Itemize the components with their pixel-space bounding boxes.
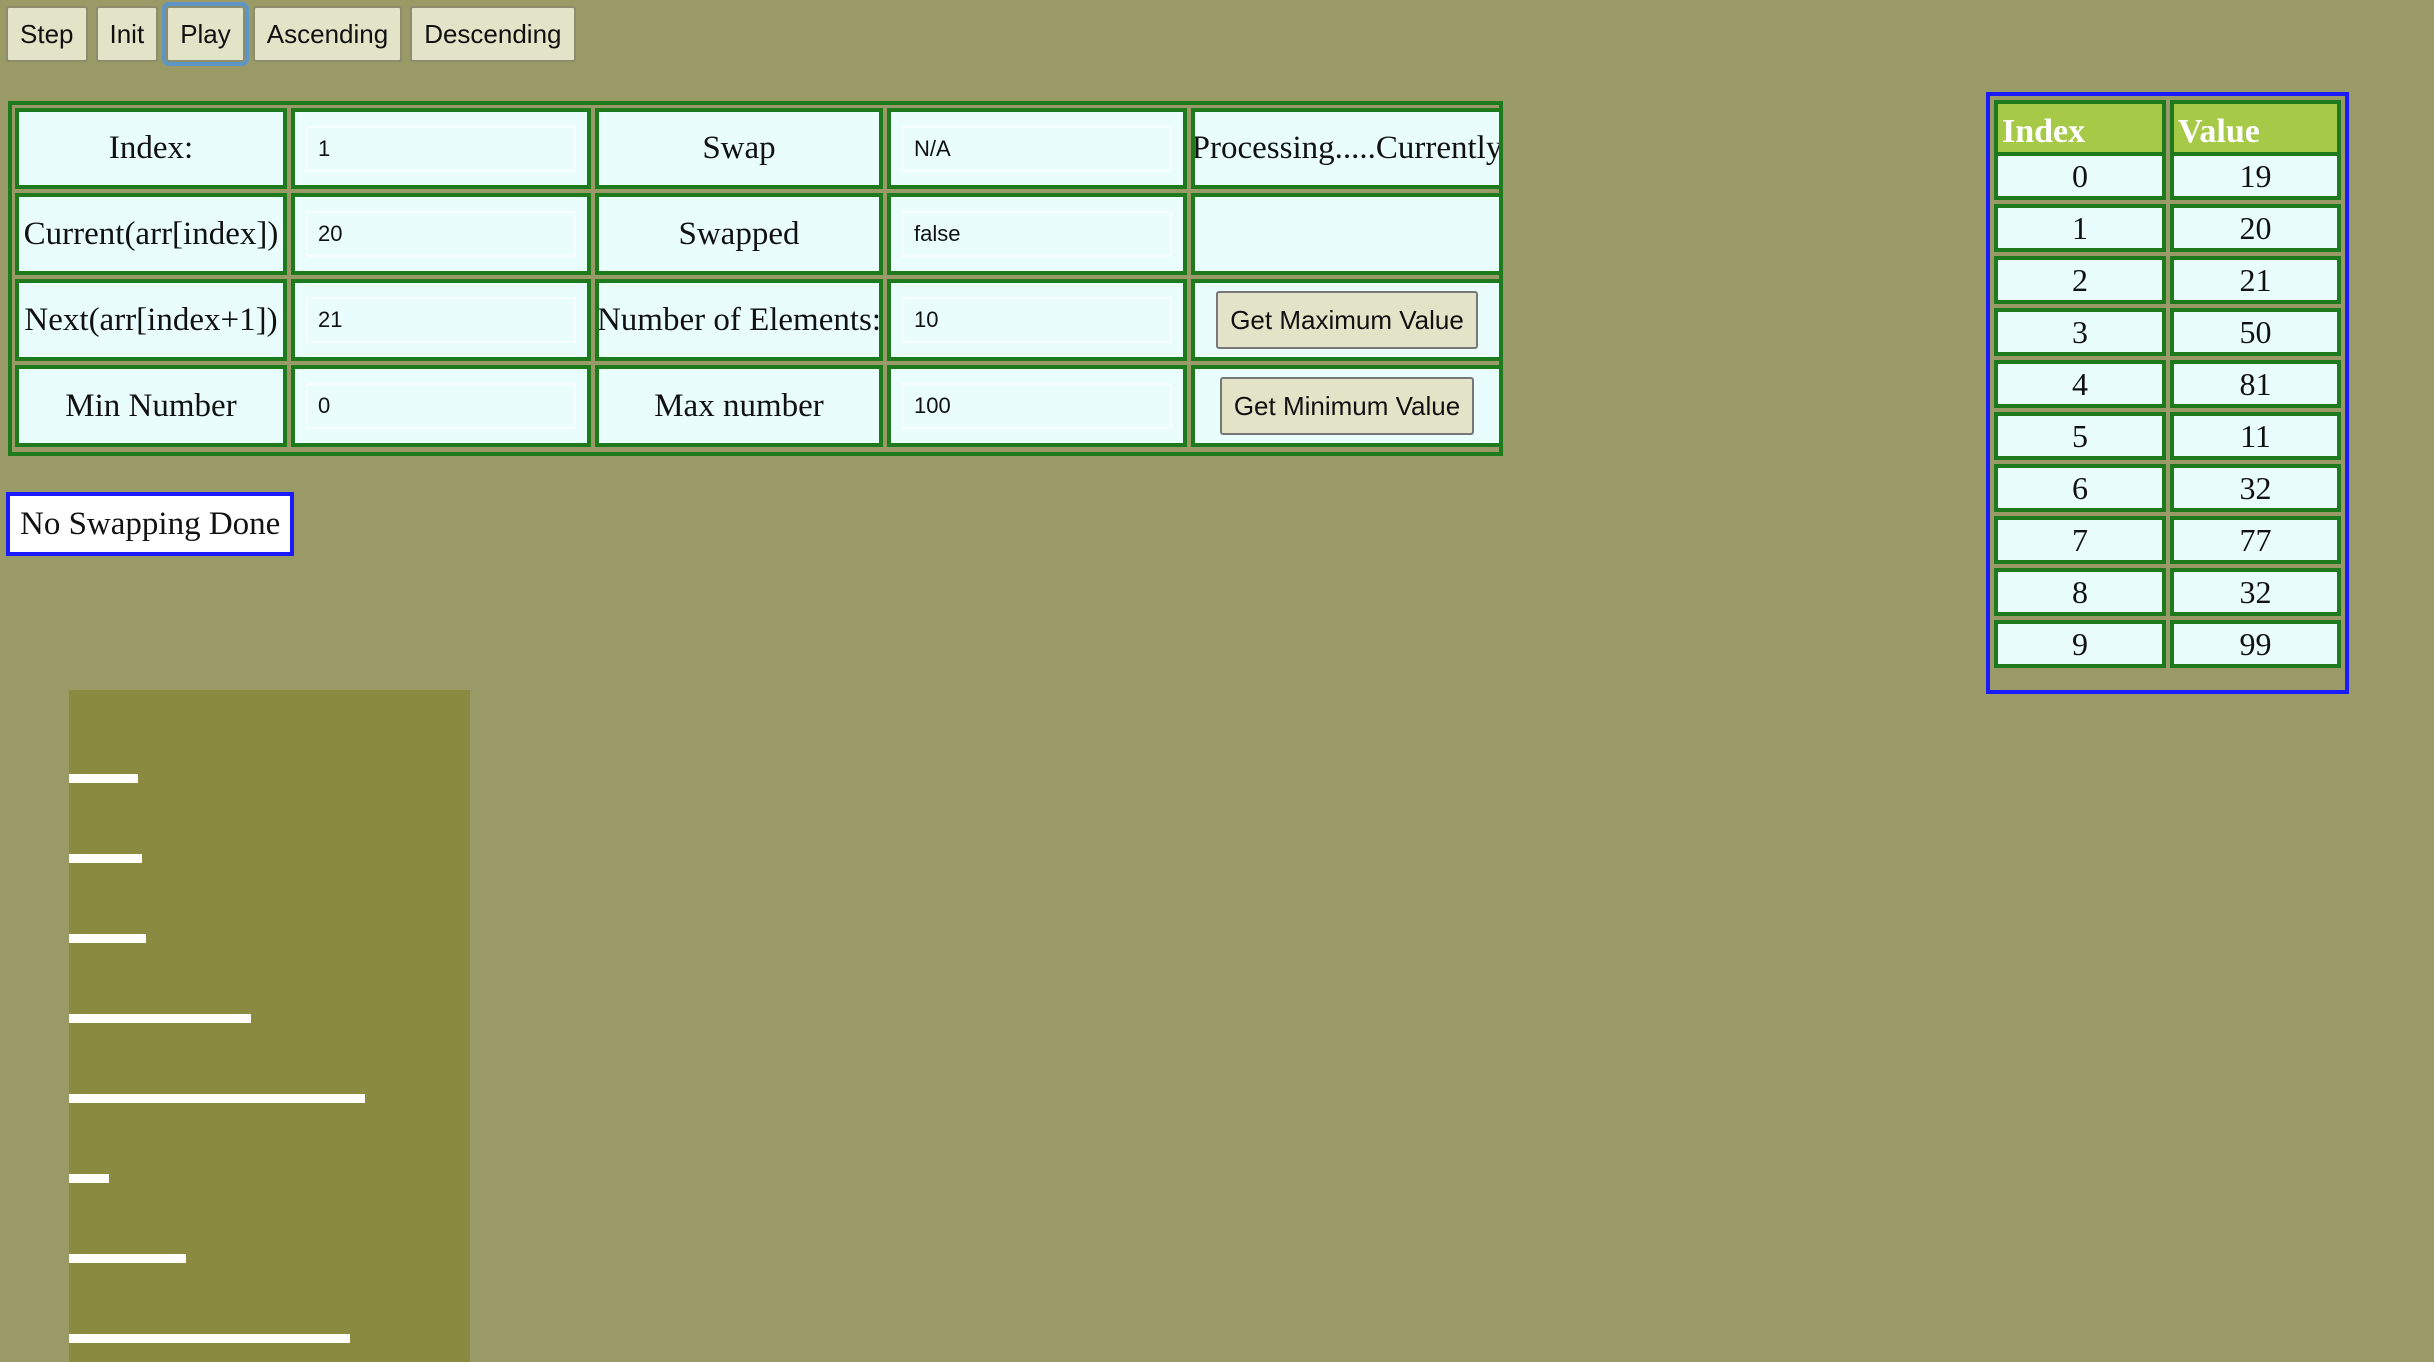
bar-visualization <box>69 690 470 1362</box>
swap-status: No Swapping Done <box>6 492 295 556</box>
get-min-cell: Get Minimum Value <box>1191 365 1503 447</box>
empty-cell <box>1191 193 1503 275</box>
table-value-cell: 77 <box>2170 516 2341 564</box>
table-value-cell: 19 <box>2170 152 2341 200</box>
table-index-cell: 5 <box>1994 412 2166 460</box>
table-index-cell: 9 <box>1994 620 2166 668</box>
index-cell <box>291 108 591 189</box>
table-index-cell: 0 <box>1994 152 2166 200</box>
index-input[interactable] <box>306 125 576 172</box>
value-bar <box>69 1174 109 1183</box>
value-bar <box>69 1334 350 1343</box>
toolbar: Step Init Play Ascending Descending <box>6 2 576 66</box>
value-bar <box>69 1094 365 1103</box>
swapped-input[interactable] <box>902 211 1172 257</box>
table-value-cell: 50 <box>2170 308 2341 356</box>
table-index-cell: 2 <box>1994 256 2166 304</box>
swap-input[interactable] <box>902 125 1172 172</box>
value-bar <box>69 854 142 863</box>
table-value-cell: 20 <box>2170 204 2341 252</box>
get-minimum-value-button[interactable]: Get Minimum Value <box>1219 377 1475 435</box>
descending-button[interactable]: Descending <box>410 6 576 62</box>
table-value-cell: 11 <box>2170 412 2341 460</box>
value-bar <box>69 774 138 783</box>
max-number-cell <box>887 365 1187 447</box>
swapped-cell <box>887 193 1187 275</box>
get-maximum-value-button[interactable]: Get Maximum Value <box>1216 291 1478 349</box>
current-input[interactable] <box>306 211 576 257</box>
next-input[interactable] <box>306 297 576 343</box>
num-elements-label: Number of Elements: <box>595 279 883 361</box>
processing-label: Processing.....Currently <box>1191 108 1503 189</box>
table-value-cell: 99 <box>2170 620 2341 668</box>
table-index-cell: 6 <box>1994 464 2166 512</box>
max-number-label: Max number <box>595 365 883 447</box>
get-max-cell: Get Maximum Value <box>1191 279 1503 361</box>
table-value-cell: 81 <box>2170 360 2341 408</box>
min-number-cell <box>291 365 591 447</box>
max-number-input[interactable] <box>902 383 1172 429</box>
index-label: Index: <box>15 108 287 189</box>
init-button[interactable]: Init <box>95 6 159 62</box>
value-table: Index Value 0 19 1 20 2 21 3 50 4 81 5 11 6 32 7 77 8 32 9… <box>1986 92 2349 694</box>
table-index-cell: 7 <box>1994 516 2166 564</box>
table-index-cell: 4 <box>1994 360 2166 408</box>
step-button[interactable]: Step <box>6 6 88 62</box>
value-bar <box>69 1254 186 1263</box>
current-label: Current(arr[index]) <box>15 193 287 275</box>
table-value-cell: 32 <box>2170 464 2341 512</box>
swapped-label: Swapped <box>595 193 883 275</box>
table-value-cell: 21 <box>2170 256 2341 304</box>
next-label: Next(arr[index+1]) <box>15 279 287 361</box>
table-index-cell: 8 <box>1994 568 2166 616</box>
num-elements-cell <box>887 279 1187 361</box>
ascending-button[interactable]: Ascending <box>252 6 403 62</box>
table-index-cell: 1 <box>1994 204 2166 252</box>
swap-cell <box>887 108 1187 189</box>
play-button[interactable]: Play <box>162 2 249 66</box>
control-panel: Index: Swap Processing.....Currently Cur… <box>8 101 1503 456</box>
table-value-cell: 32 <box>2170 568 2341 616</box>
min-number-input[interactable] <box>306 383 576 429</box>
next-cell <box>291 279 591 361</box>
swap-label: Swap <box>595 108 883 189</box>
current-cell <box>291 193 591 275</box>
table-index-cell: 3 <box>1994 308 2166 356</box>
value-bar <box>69 1014 251 1023</box>
num-elements-input[interactable] <box>902 297 1172 343</box>
value-bar <box>69 934 146 943</box>
min-number-label: Min Number <box>15 365 287 447</box>
